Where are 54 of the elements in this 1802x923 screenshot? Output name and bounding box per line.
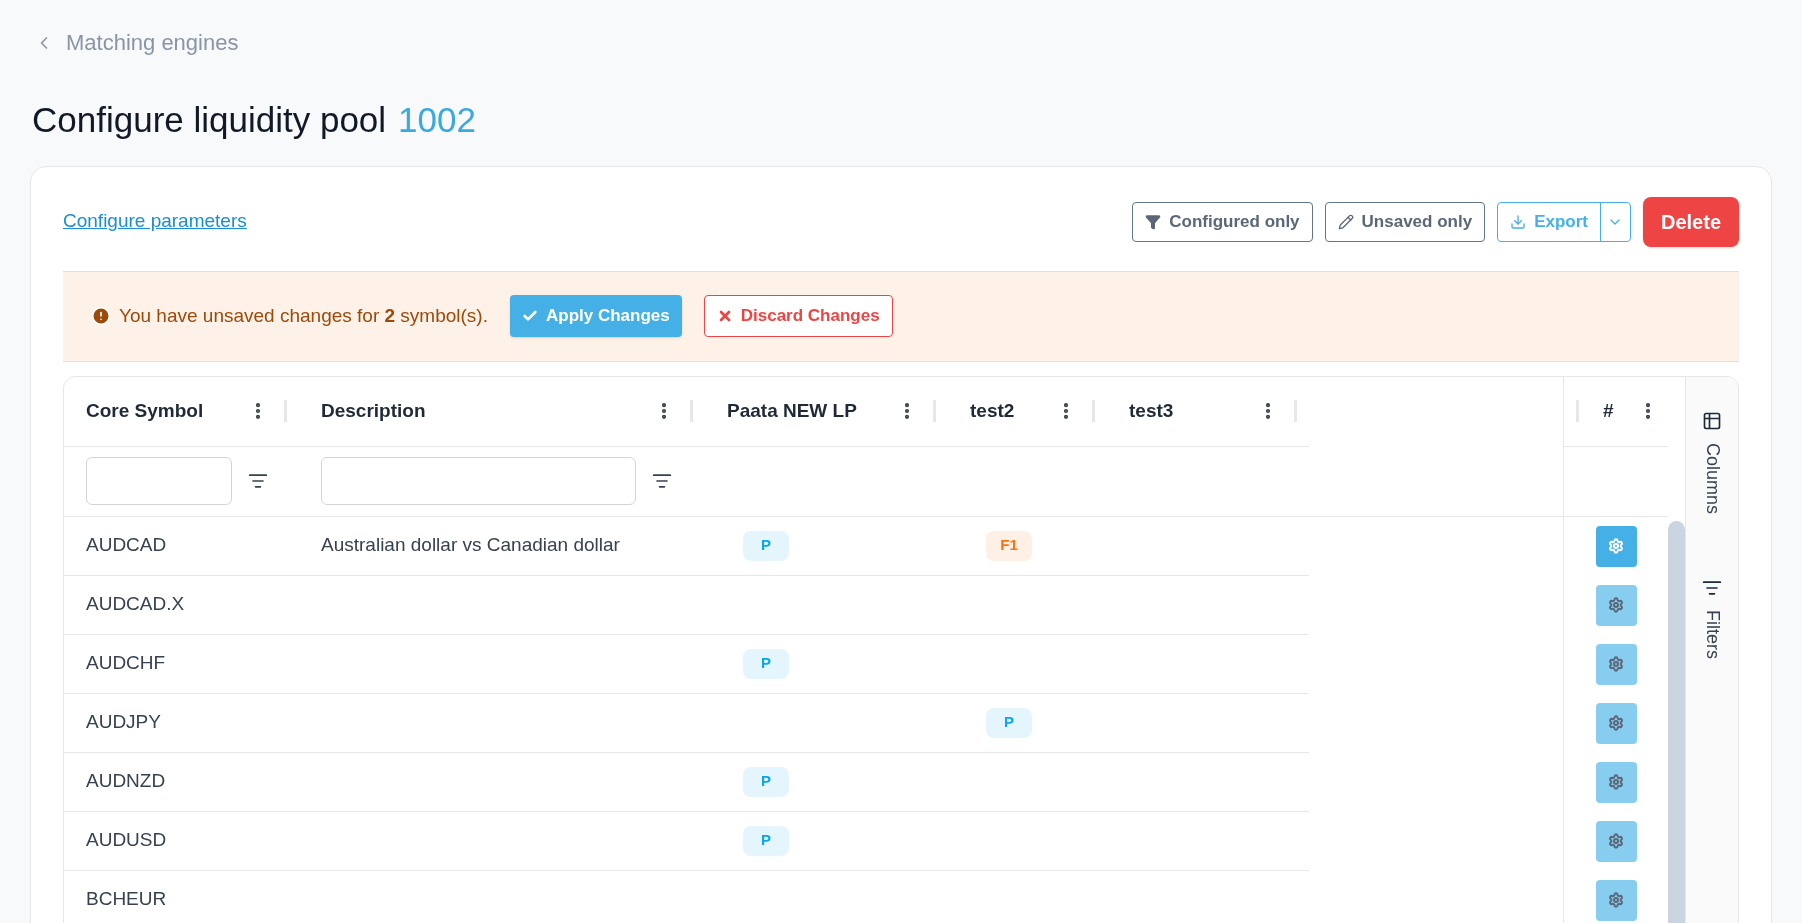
status-badge: F1 bbox=[986, 530, 1032, 561]
filter-icon bbox=[1145, 213, 1162, 230]
settings-button[interactable] bbox=[1595, 820, 1637, 862]
settings-button[interactable] bbox=[1595, 584, 1637, 626]
symbol-cell-text: AUDCHF bbox=[86, 651, 166, 676]
status-badge: P bbox=[743, 825, 789, 856]
column-header[interactable]: Core Symbol bbox=[86, 396, 204, 426]
column-header[interactable]: Description bbox=[321, 396, 426, 426]
filter-input[interactable] bbox=[86, 457, 232, 505]
column-header[interactable]: Paata NEW LP bbox=[727, 396, 857, 426]
pool-id: 1002 bbox=[398, 101, 476, 137]
symbol-cell-text: AUDJPY bbox=[86, 710, 161, 735]
table-icon bbox=[1702, 410, 1722, 431]
description-cell-text: Australian dollar vs Canadian dollar bbox=[321, 533, 620, 558]
filter-input[interactable] bbox=[321, 457, 636, 505]
column-header[interactable]: test3 bbox=[1129, 396, 1174, 426]
settings-icon bbox=[1608, 715, 1624, 731]
status-badge: P bbox=[986, 707, 1032, 738]
column-header[interactable]: test2 bbox=[970, 396, 1015, 426]
discard-changes-button[interactable]: Discard Changes bbox=[703, 295, 893, 337]
pencil-icon bbox=[1337, 213, 1354, 230]
settings-icon bbox=[1608, 538, 1624, 554]
settings-icon bbox=[1608, 774, 1624, 790]
settings-icon bbox=[1608, 833, 1624, 849]
status-badge: P bbox=[743, 766, 789, 797]
alert-message: You have unsaved changes for 2 symbol(s). bbox=[119, 303, 488, 328]
filter-icon[interactable] bbox=[652, 471, 672, 491]
status-badge: P bbox=[743, 648, 789, 679]
side-panel-tab[interactable]: Columns bbox=[1698, 410, 1726, 514]
settings-button[interactable] bbox=[1595, 879, 1637, 921]
symbol-cell-text: AUDCAD.X bbox=[86, 592, 185, 617]
symbol-cell-text: BCHEUR bbox=[86, 887, 167, 912]
status-badge: P bbox=[743, 530, 789, 561]
settings-icon bbox=[1608, 656, 1624, 672]
unsaved-only-button[interactable]: Unsaved only bbox=[1324, 201, 1486, 242]
configure-parameters-link[interactable]: Configure parameters bbox=[63, 207, 247, 236]
page-title: Configure liquidity pool bbox=[32, 101, 387, 137]
column-header: # bbox=[1603, 398, 1614, 423]
delete-button[interactable]: Delete bbox=[1642, 196, 1739, 247]
alert-icon bbox=[91, 306, 111, 326]
side-panel-tab[interactable]: Filters bbox=[1698, 577, 1726, 659]
symbol-cell-text: AUDUSD bbox=[86, 828, 167, 853]
configured-only-button[interactable]: Configured only bbox=[1132, 201, 1313, 242]
settings-icon bbox=[1608, 597, 1624, 613]
settings-button[interactable] bbox=[1595, 702, 1637, 744]
settings-icon bbox=[1608, 892, 1624, 908]
filter-icon[interactable] bbox=[248, 471, 268, 491]
settings-button[interactable] bbox=[1595, 761, 1637, 803]
download-icon bbox=[1510, 213, 1527, 230]
scrollbar-thumb[interactable] bbox=[1668, 520, 1685, 923]
symbol-cell-text: AUDNZD bbox=[86, 769, 166, 794]
check-icon bbox=[522, 308, 538, 324]
settings-button[interactable] bbox=[1595, 643, 1637, 685]
symbol-cell-text: AUDCAD bbox=[86, 533, 167, 558]
